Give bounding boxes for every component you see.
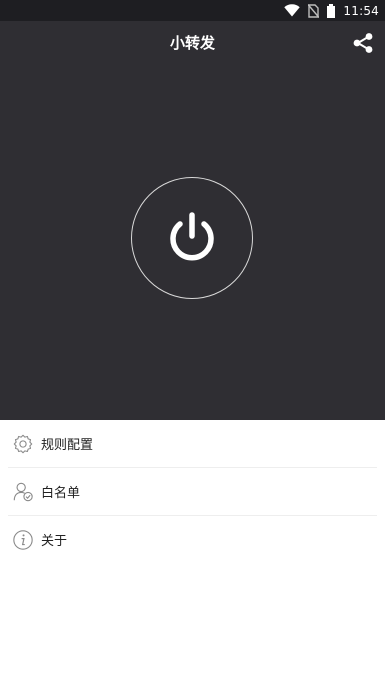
hero-panel: 小转发	[0, 21, 385, 420]
status-bar: 11:54	[0, 0, 385, 21]
no-sim-icon	[308, 3, 320, 18]
user-check-icon	[13, 482, 33, 501]
settings-menu: 规则配置 白名单 关于	[0, 420, 385, 563]
menu-item-rule-config[interactable]: 规则配置	[0, 420, 385, 467]
app-title: 小转发	[169, 34, 215, 52]
share-button[interactable]	[351, 31, 375, 55]
status-icons: 11:54	[284, 2, 379, 19]
menu-item-about[interactable]: 关于	[0, 516, 385, 563]
power-icon	[170, 212, 214, 261]
share-icon	[353, 33, 373, 53]
power-toggle-button[interactable]	[131, 177, 253, 299]
menu-item-label: 关于	[41, 534, 68, 549]
gear-icon	[13, 434, 33, 453]
menu-item-label: 规则配置	[41, 438, 94, 453]
wifi-icon	[284, 4, 301, 17]
app-screen: 11:54 小转发 规则配置 白名单 关于	[0, 0, 385, 686]
status-time: 11:54	[343, 3, 379, 18]
info-icon	[13, 529, 33, 550]
menu-item-whitelist[interactable]: 白名单	[0, 468, 385, 515]
battery-icon	[327, 3, 336, 18]
menu-item-label: 白名单	[41, 486, 81, 501]
